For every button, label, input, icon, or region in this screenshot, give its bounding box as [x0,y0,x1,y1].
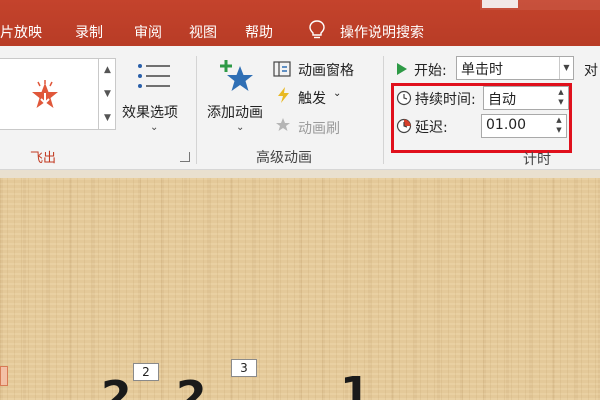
slide-text-digit: 1 [340,368,371,400]
tab-slideshow[interactable]: 片放映 [0,22,42,42]
chevron-down-icon[interactable]: ▼ [559,57,573,79]
fly-in-label: 飞出 [30,151,57,166]
slide-text-digit: 2 [101,372,132,400]
add-animation-caret[interactable]: ⌄ [236,122,244,133]
animation-pane-button[interactable]: 动画窗格 [298,60,354,80]
group-separator [196,56,197,164]
slide-canvas[interactable] [0,178,600,400]
tab-view[interactable]: 视图 [189,22,217,42]
animation-pane-icon [273,61,291,77]
slide-area-top-gap [0,170,600,178]
trigger-lightning-icon [278,87,289,103]
gallery-scroll-up[interactable]: ▲ [99,58,116,82]
gallery-scrollbar[interactable]: ▲ ▼ ▼ [98,58,116,130]
menu-bar: 片放映 录制 审阅 视图 帮助 操作说明搜索 [0,0,600,46]
title-bar-decoration [482,0,518,8]
search-tell-me[interactable]: 操作说明搜索 [340,22,424,42]
start-dropdown[interactable]: 单击时 ▼ [456,56,574,80]
tab-review[interactable]: 审阅 [134,22,162,42]
animation-order-tag[interactable]: 3 [231,359,257,377]
tab-record[interactable]: 录制 [75,22,103,42]
slide-animation-marker [0,366,8,386]
add-animation-star-icon[interactable] [218,58,258,98]
start-value: 单击时 [461,62,503,78]
animation-order-tag[interactable]: 2 [133,363,159,381]
timing-group-label: 计时 [523,152,551,168]
animation-painter-icon [276,118,290,131]
group-separator-2 [383,56,384,164]
animation-dialog-launcher[interactable] [180,152,190,162]
advanced-animation-group-label: 高级动画 [256,150,312,166]
trigger-button[interactable]: 触发 [298,88,326,108]
tab-help[interactable]: 帮助 [245,22,273,42]
start-label: 开始: [414,63,447,79]
start-play-icon [397,63,407,75]
effect-options-button[interactable]: 效果选项 [122,102,178,122]
effect-options-icon[interactable] [136,60,172,96]
slide-text-digit: 2 [176,372,207,400]
fly-in-star-icon [32,80,58,108]
effect-options-caret[interactable]: ⌄ [150,122,158,133]
timing-highlight-box [391,83,572,153]
gallery-more[interactable]: ▼ [99,106,116,130]
lightbulb-icon [309,20,325,39]
gallery-scroll-down[interactable]: ▼ [99,82,116,106]
add-animation-button[interactable]: 添加动画 [207,102,263,122]
animation-painter-button[interactable]: 动画刷 [298,118,340,138]
reorder-label-cut[interactable]: 对 [584,60,598,80]
trigger-caret[interactable]: ⌄ [333,88,341,99]
